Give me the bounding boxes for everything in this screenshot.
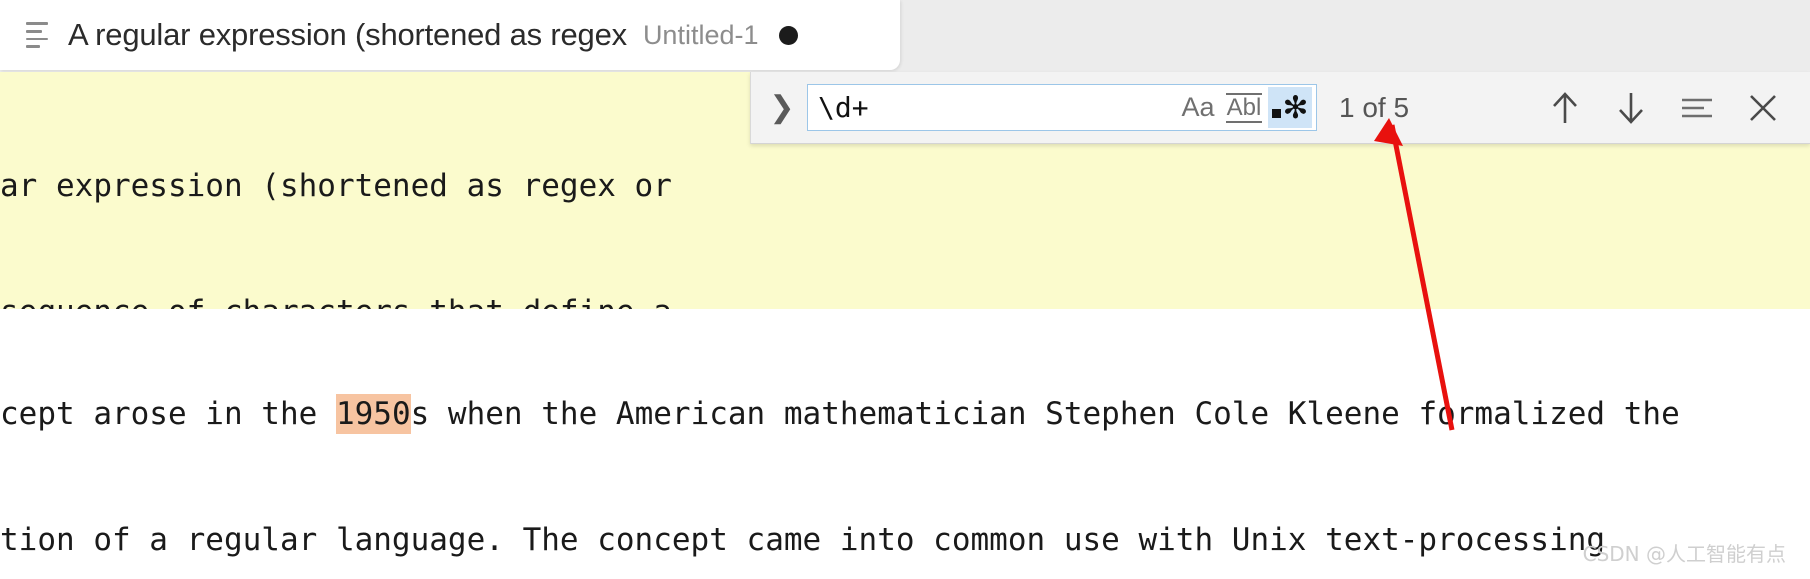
line-text-before: cept arose in the: [0, 396, 336, 432]
find-in-selection-button[interactable]: [1674, 85, 1720, 131]
tab-strip: A regular expression (shortened as regex…: [0, 0, 1810, 72]
next-match-button[interactable]: [1608, 85, 1654, 131]
match-whole-word-button[interactable]: Abl: [1222, 87, 1266, 128]
tab-filename: Untitled-1: [642, 19, 759, 50]
find-options: Aa Abl ✻: [1176, 87, 1316, 128]
text-line: cept arose in the 1950s when the America…: [0, 393, 1810, 435]
tab-dirty-indicator[interactable]: [778, 25, 798, 45]
tab-title: A regular expression (shortened as regex: [68, 17, 627, 52]
find-input-wrapper[interactable]: Aa Abl ✻: [807, 84, 1317, 131]
paragraph-2: cept arose in the 1950s when the America…: [0, 309, 1810, 579]
text-line: ar expression (shortened as regex or: [0, 168, 672, 204]
line-text-after: s when the American mathematician Stephe…: [410, 396, 1680, 432]
use-regex-button[interactable]: ✻: [1268, 87, 1312, 128]
match-count-label: 1 of 5: [1339, 91, 1410, 123]
match-whole-word-label: Abl: [1225, 92, 1263, 123]
search-input[interactable]: [808, 85, 1176, 130]
editor-window: A regular expression (shortened as regex…: [0, 0, 1810, 579]
match-case-label: Aa: [1181, 92, 1215, 122]
line-text-before: tion of a regular language. The concept …: [0, 522, 1606, 558]
document-lines-icon: [26, 22, 52, 48]
close-find-button[interactable]: [1740, 85, 1786, 131]
search-match-highlight: 1950: [335, 394, 411, 434]
tab-untitled-1[interactable]: A regular expression (shortened as regex…: [0, 0, 900, 70]
find-actions: [1542, 85, 1810, 131]
regex-icon: ✻: [1271, 92, 1308, 123]
find-bar: ❯ Aa Abl ✻ 1 of 5: [750, 72, 1810, 144]
match-case-button[interactable]: Aa: [1176, 87, 1220, 128]
previous-match-button[interactable]: [1542, 85, 1588, 131]
watermark-label: CSDN @人工智能有点: [1582, 542, 1786, 566]
text-line: tion of a regular language. The concept …: [0, 519, 1810, 561]
toggle-replace-icon[interactable]: ❯: [761, 85, 803, 131]
editor-text-area[interactable]: ar expression (shortened as regex or seq…: [0, 72, 1810, 579]
